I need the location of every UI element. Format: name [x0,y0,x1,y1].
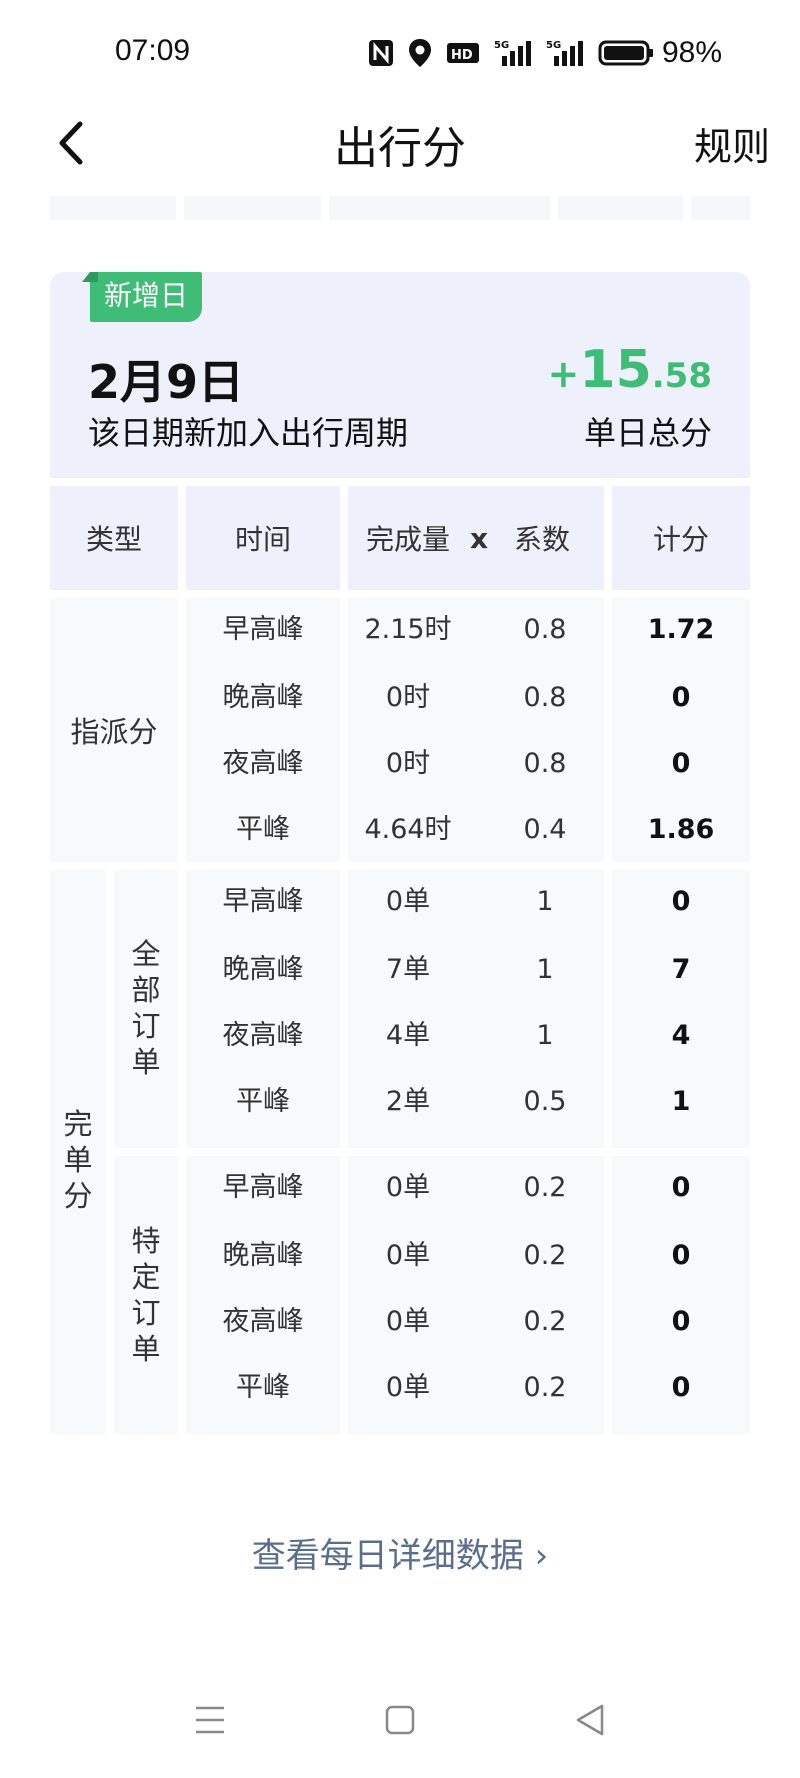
complete-group-label: 完单分 [63,1107,93,1213]
header-time: 时间 [186,486,340,590]
row-score: 1.72 [647,614,715,645]
home-nav-button[interactable] [380,1700,420,1740]
row-coef: 0.8 [523,614,567,645]
row-coef: 0.2 [523,1240,567,1271]
row-amount: 0单 [385,1240,431,1271]
signal-5g-icon: 5G [494,40,531,66]
row-coef: 0.2 [523,1306,567,1337]
row-coef: 0.2 [523,1372,567,1403]
row-score: 1 [671,1086,691,1117]
system-nav-bar [0,1690,800,1750]
row-time: 晚高峰 [222,1240,304,1271]
row-coef: 0.5 [523,1086,567,1117]
row-score: 0 [671,1240,691,1271]
row-time: 晚高峰 [222,682,304,713]
row-amount: 4单 [385,1020,431,1051]
nfc-icon [368,40,393,66]
row-time: 夜高峰 [222,1020,304,1051]
row-score: 0 [671,1372,691,1403]
battery-percent: 98% [661,36,722,69]
score-integer: 15 [579,340,652,400]
row-time: 平峰 [236,1372,290,1403]
row-coef: 1 [536,954,554,985]
row-amount: 0单 [385,1172,431,1203]
day-summary-card: 新增日 2月9日 该日期新加入出行周期 +15.58 单日总分 [50,272,750,478]
battery-icon [598,40,653,66]
menu-nav-button[interactable] [190,1700,230,1740]
row-score: 4 [671,1020,691,1051]
back-triangle-icon [576,1704,604,1736]
view-daily-detail-link[interactable]: 查看每日详细数据 › [0,1528,800,1577]
location-icon [408,39,431,67]
row-score: 0 [671,1306,691,1337]
header-coef: 系数 [514,523,571,556]
row-time: 早高峰 [222,614,304,645]
row-time: 早高峰 [222,886,304,917]
row-time: 平峰 [236,1086,290,1117]
score-sign: + [547,352,580,396]
row-score: 0 [671,748,691,779]
row-amount: 2单 [385,1086,431,1117]
previous-row-strip [50,196,750,220]
row-coef: 1 [536,886,554,917]
header-amount-coef: 完成量 x 系数 [348,486,604,590]
row-amount: 0时 [385,748,431,779]
row-amount: 2.15时 [364,614,452,645]
score-decimal: .58 [651,356,712,396]
dispatch-type-block: 指派分 [50,598,178,862]
row-time: 晚高峰 [222,954,304,985]
header-type: 类型 [50,486,178,590]
menu-icon [196,1706,224,1734]
row-amount: 0单 [385,1372,431,1403]
row-time: 早高峰 [222,1172,304,1203]
row-time: 夜高峰 [222,1306,304,1337]
day-total-label: 单日总分 [583,414,712,452]
header: 出行分 规则 [0,100,800,190]
row-coef: 0.8 [523,682,567,713]
header-score: 计分 [612,486,750,590]
row-amount: 7单 [385,954,431,985]
svg-text:5G: 5G [494,40,509,51]
all-orders-label: 全部订单 [131,937,161,1079]
status-bar: 07:09 HD 5G 5G 98% [0,0,800,100]
row-coef: 0.4 [523,814,567,845]
status-time: 07:09 [115,34,191,67]
row-time: 夜高峰 [222,748,304,779]
header-amount: 完成量 [366,523,451,556]
status-icons: HD 5G 5G 98% [368,36,722,70]
day-total-score: +15.58 [548,340,712,400]
card-date: 2月9日 [88,355,245,409]
row-time: 平峰 [236,814,290,845]
new-day-tag: 新增日 [81,272,203,322]
card-description: 该日期新加入出行周期 [88,414,409,452]
row-score: 0 [671,886,691,917]
rules-link[interactable]: 规则 [694,116,770,171]
special-orders-label: 特定订单 [131,1224,161,1366]
row-score: 0 [671,682,691,713]
row-score: 1.86 [647,814,715,845]
row-amount: 0单 [385,1306,431,1337]
row-score: 7 [671,954,691,985]
svg-text:5G: 5G [546,40,561,51]
page-title: 出行分 [334,123,466,174]
home-square-icon [385,1705,415,1735]
row-coef: 1 [536,1020,554,1051]
row-amount: 0单 [385,886,431,917]
signal-5g-icon-2: 5G [546,40,583,66]
row-coef: 0.8 [523,748,567,779]
row-score: 0 [671,1172,691,1203]
row-coef: 0.2 [523,1172,567,1203]
back-nav-button[interactable] [570,1700,610,1740]
hd-icon: HD [446,43,479,63]
row-amount: 4.64时 [364,814,452,845]
row-amount: 0时 [385,682,431,713]
header-multiply: x [470,521,489,555]
svg-text:HD: HD [451,48,473,63]
